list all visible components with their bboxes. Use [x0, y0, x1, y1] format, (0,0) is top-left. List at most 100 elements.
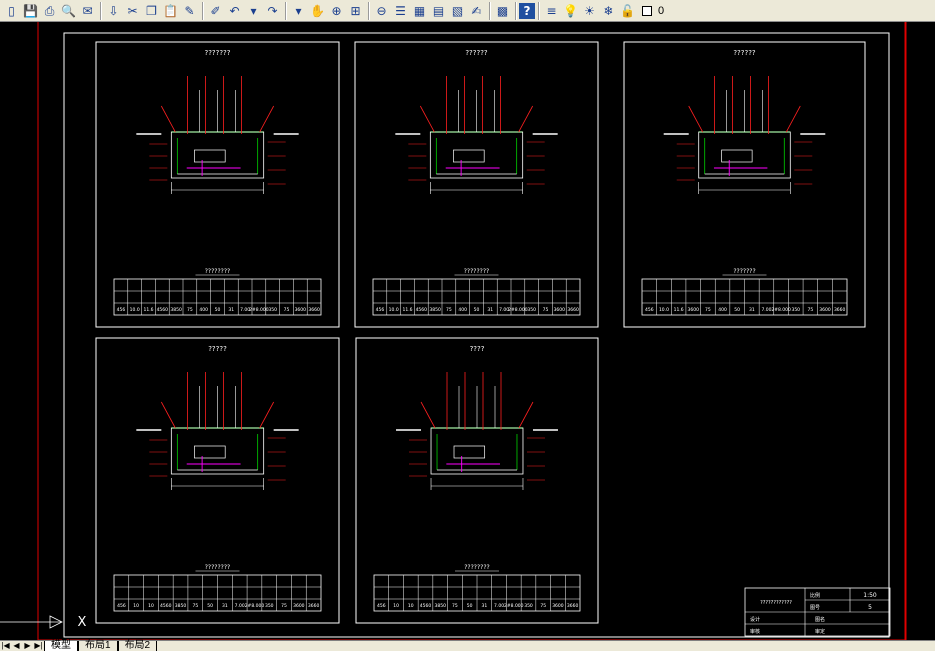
table-cell-value: 4560: [160, 603, 172, 609]
calculator-icon[interactable]: ▩: [493, 1, 512, 20]
table-cell-value: 3850: [170, 307, 182, 313]
prev-tab-icon[interactable]: ◀: [11, 641, 22, 651]
table-title: ????????: [205, 564, 230, 571]
table-cell-value: 2#8.000: [508, 307, 528, 313]
table-cell-value: 3850: [429, 307, 441, 313]
table-cell-value: 4560: [416, 307, 428, 313]
inner-chamber: [721, 149, 753, 163]
tab-layout1[interactable]: 布局1: [78, 641, 118, 651]
table-cell-value: 10.0: [130, 307, 140, 313]
title-block-scale-value: 1:50: [863, 592, 877, 599]
zoom-window-icon[interactable]: ⊞: [346, 1, 365, 20]
table-cell-value: 75: [281, 603, 287, 609]
design-center-icon[interactable]: ▦: [410, 1, 429, 20]
zoom-previous-icon[interactable]: ⊖: [372, 1, 391, 20]
table-cell-value: 3600: [554, 307, 566, 313]
paste-icon[interactable]: 📋: [161, 1, 180, 20]
drawing-svg: X???????????????456 10.0 11.6 4560 3850 75 400…: [0, 22, 907, 640]
drawing-canvas[interactable]: X??????????????? 456 10.0 11.6 4560 3850 75 400…: [0, 22, 935, 640]
table-cell-value: 10: [393, 603, 399, 609]
last-tab-icon[interactable]: ▶|: [33, 641, 44, 651]
structure-outline: [170, 131, 265, 179]
leader-right: [259, 401, 275, 429]
toolbar-separator: [489, 1, 490, 20]
sheet-title: ????: [470, 345, 485, 353]
layer-manager-icon[interactable]: ≡: [542, 1, 561, 20]
sheet-set-icon[interactable]: ▧: [448, 1, 467, 20]
lock-icon[interactable]: 🔓: [618, 1, 637, 20]
zoom-realtime-icon[interactable]: ⊕: [327, 1, 346, 20]
table-cell-value: 456: [377, 603, 386, 609]
sheet-title: ??????: [733, 49, 756, 57]
inner-chamber: [194, 445, 226, 459]
table-cell-value: 7.00: [761, 307, 771, 313]
match-icon[interactable]: ✐: [206, 1, 225, 20]
pan-icon[interactable]: ✋: [308, 1, 327, 20]
table-cell-value: 456: [117, 603, 126, 609]
structure-outline: [698, 131, 791, 179]
inner-chamber: [453, 445, 486, 459]
redo-drop-icon[interactable]: ▾: [289, 1, 308, 20]
sun-icon[interactable]: ☀: [580, 1, 599, 20]
undo-drop-icon[interactable]: ▾: [244, 1, 263, 20]
table-cell-value: 75: [446, 307, 452, 313]
tab-layout2[interactable]: 布局2: [117, 641, 158, 651]
title-block-sheet-value: 5: [868, 604, 872, 611]
undo-icon[interactable]: ↶: [225, 1, 244, 20]
table-cell-value: 7.00: [235, 603, 245, 609]
table-cell-value: 31: [749, 307, 755, 313]
leader-left: [419, 105, 435, 133]
table-cell-value: 350: [524, 603, 533, 609]
toolbar-separator: [285, 1, 286, 20]
table-cell-value: 3660: [834, 307, 846, 313]
table-cell-value: 75: [705, 307, 711, 313]
table-cell-value: 50: [734, 307, 740, 313]
color-swatch-icon[interactable]: [637, 1, 656, 20]
table-cell-value: 400: [718, 307, 727, 313]
brush-icon[interactable]: ✎: [180, 1, 199, 20]
title-block-checker-label: 审核: [750, 628, 760, 635]
properties-icon[interactable]: ☰: [391, 1, 410, 20]
markup-icon[interactable]: ✍: [467, 1, 486, 20]
tab-model[interactable]: 模型: [44, 641, 78, 651]
first-tab-icon[interactable]: |◀: [0, 641, 11, 651]
table-cell-value: 400: [199, 307, 208, 313]
new-icon[interactable]: ▯: [2, 1, 21, 20]
redo-icon[interactable]: ↷: [263, 1, 282, 20]
structure-outline: [170, 427, 265, 475]
preview-icon[interactable]: 🔍: [59, 1, 78, 20]
table-cell-value: 456: [645, 307, 654, 313]
drawing-sheet-5: ???????????? 456 10 10 4560 3850 75 50 31 7.00 2#8…: [355, 337, 599, 624]
toolbar-separator: [368, 1, 369, 20]
table-cell-value: 75: [284, 307, 290, 313]
help-icon[interactable]: ?: [519, 2, 535, 19]
inner-chamber: [194, 149, 226, 163]
publish-icon[interactable]: ✉: [78, 1, 97, 20]
plot-icon[interactable]: ⇩: [104, 1, 123, 20]
table-cell-value: 4560: [420, 603, 432, 609]
table-cell-value: 3660: [567, 603, 579, 609]
cut-icon[interactable]: ✂: [123, 1, 142, 20]
table-cell-value: 31: [222, 603, 228, 609]
current-layer-name[interactable]: 0: [658, 5, 664, 17]
table-cell-value: 3850: [434, 603, 446, 609]
table-cell-value: 10: [408, 603, 414, 609]
toolbar-separator: [515, 1, 516, 20]
leader-right: [785, 105, 801, 133]
freeze-icon[interactable]: ❄: [599, 1, 618, 20]
layout-border-red: [37, 22, 907, 640]
table-cell-value: 2#8.000: [771, 307, 791, 313]
bulb-icon[interactable]: 💡: [561, 1, 580, 20]
table-cell-value: 350: [527, 307, 536, 313]
tool-palette-icon[interactable]: ▤: [429, 1, 448, 20]
next-tab-icon[interactable]: ▶: [22, 641, 33, 651]
table-cell-value: 3600: [819, 307, 831, 313]
print-icon[interactable]: ⎙: [40, 1, 59, 20]
leader-left: [160, 105, 176, 133]
table-cell-value: 31: [481, 603, 487, 609]
save-icon[interactable]: 💾: [21, 1, 40, 20]
table-cell-value: 456: [376, 307, 385, 313]
table-cell-value: 50: [207, 603, 213, 609]
layout-tabs: |◀ ◀ ▶ ▶| 模型 布局1 布局2: [0, 640, 935, 651]
copy-icon[interactable]: ❐: [142, 1, 161, 20]
